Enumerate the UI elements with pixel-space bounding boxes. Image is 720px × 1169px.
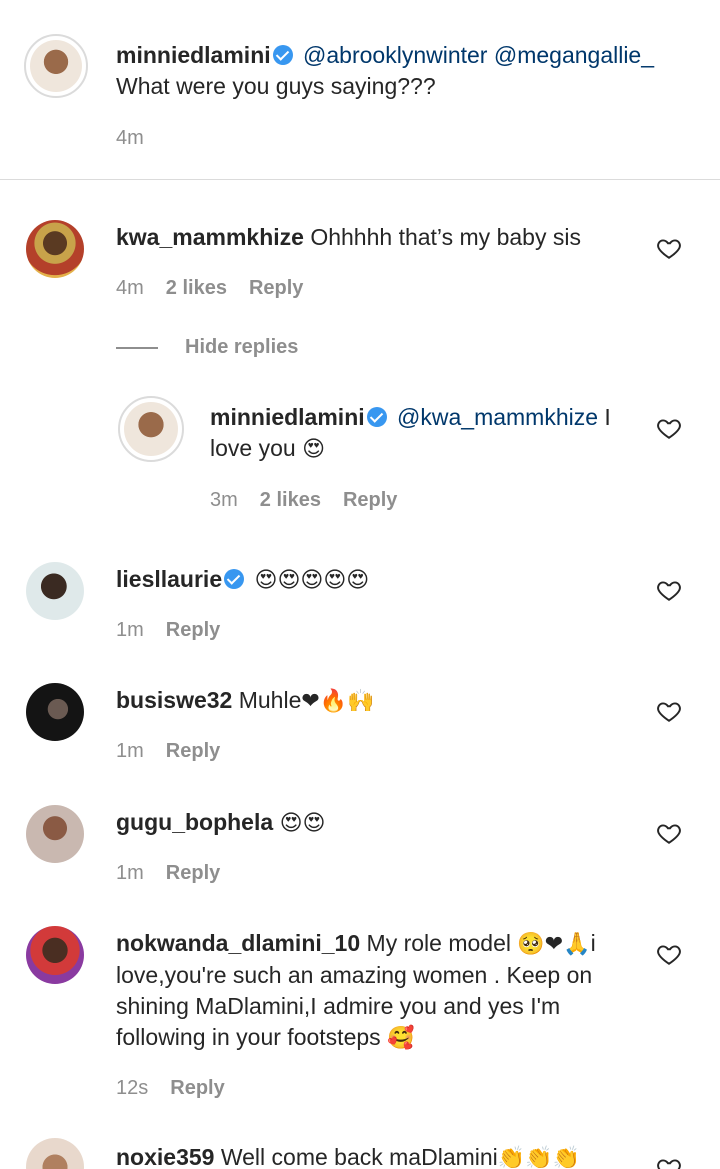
comment-meta: 12s Reply (116, 1076, 247, 1100)
username[interactable]: gugu_bophela (116, 809, 273, 835)
emoji: 😍😍😍😍😍 (254, 568, 370, 593)
comment-text: busiswe32 Muhle❤🔥🙌 (116, 685, 656, 717)
avatar[interactable] (26, 1138, 84, 1169)
avatar[interactable] (26, 805, 84, 863)
verified-badge-icon (224, 569, 245, 589)
comment-body: Muhle (238, 687, 302, 713)
comment-body: My role model (366, 930, 511, 956)
heart-outline-icon[interactable] (656, 235, 682, 261)
avatar[interactable] (26, 683, 84, 741)
emoji: 😍😍 (279, 811, 326, 836)
hide-replies-button[interactable]: Hide replies (185, 336, 298, 359)
comment-body: Well come back maDlamini (220, 1144, 498, 1169)
heart-outline-icon[interactable] (656, 698, 682, 724)
avatar[interactable] (26, 926, 84, 984)
avatar[interactable] (24, 34, 88, 98)
avatar[interactable] (118, 396, 184, 462)
timestamp: 3m (210, 489, 238, 511)
divider (0, 179, 720, 180)
avatar[interactable] (26, 562, 84, 620)
timestamp: 1m (116, 740, 144, 762)
reply-button[interactable]: Reply (249, 277, 303, 299)
username[interactable]: noxie359 (116, 1144, 214, 1169)
profile-photo (124, 402, 178, 456)
comments-screen: minniedlamini @abrooklynwinter @megangal… (0, 0, 720, 1169)
comment-body-cont: love you (210, 435, 296, 461)
timestamp: 1m (116, 619, 144, 641)
username[interactable]: minniedlamini (116, 42, 271, 68)
timestamp: 12s (116, 1077, 149, 1099)
comment-meta: 1m Reply (116, 861, 242, 885)
comment-text: nokwanda_dlamini_10 My role model 🥺❤🙏i l… (116, 928, 636, 1054)
username[interactable]: nokwanda_dlamini_10 (116, 930, 360, 956)
timestamp: 1m (116, 862, 144, 884)
reply-button[interactable]: Reply (343, 489, 397, 511)
comment-meta: 3m 2 likes Reply (210, 488, 419, 512)
emoji: 😍 (302, 437, 325, 462)
heart-outline-icon[interactable] (656, 577, 682, 603)
comment-text: kwa_mammkhize Ohhhhh that’s my baby sis (116, 222, 656, 253)
timestamp: 4m (116, 277, 144, 299)
emoji: ❤🔥🙌 (301, 689, 375, 714)
heart-outline-icon[interactable] (656, 1155, 682, 1169)
heart-outline-icon[interactable] (656, 820, 682, 846)
username[interactable]: liesllaurie (116, 566, 222, 592)
reply-button[interactable]: Reply (166, 740, 220, 762)
username[interactable]: kwa_mammkhize (116, 224, 304, 250)
username[interactable]: minniedlamini (210, 404, 365, 430)
caption-body: What were you guys saying??? (116, 73, 436, 99)
emoji: 🥺❤🙏 (517, 932, 591, 957)
comment-text: noxie359 Well come back maDlamini👏👏👏 (116, 1142, 656, 1169)
reply-button[interactable]: Reply (166, 862, 220, 884)
verified-badge-icon (272, 45, 293, 65)
comment-text: gugu_bophela 😍😍 (116, 807, 656, 839)
likes-count[interactable]: 2 likes (166, 277, 227, 299)
profile-photo (30, 40, 82, 92)
comment-text: liesllaurie 😍😍😍😍😍 (116, 564, 656, 596)
mention[interactable]: @kwa_mammkhize (397, 404, 598, 430)
comment-meta: 1m Reply (116, 618, 242, 642)
username[interactable]: busiswe32 (116, 687, 232, 713)
replies-line (116, 347, 158, 349)
emoji: 👏👏👏 (497, 1146, 580, 1169)
comment-text: minniedlamini @kwa_mammkhize I love you … (210, 402, 640, 465)
verified-badge-icon (366, 407, 387, 427)
emoji: 🥰 (387, 1026, 415, 1051)
comment-line-2: love,you're such an amazing women . Keep… (116, 962, 593, 988)
comment-line-3: shining MaDlamini,I admire you and yes I… (116, 993, 561, 1019)
comment-line-4: following in your footsteps (116, 1024, 381, 1050)
reply-button[interactable]: Reply (166, 619, 220, 641)
timestamp: 4m (116, 127, 144, 149)
caption-comment: minniedlamini @abrooklynwinter @megangal… (0, 0, 720, 180)
comment-body: Ohhhhh that’s my baby sis (310, 224, 581, 250)
comment-meta: 1m Reply (116, 739, 242, 763)
reply-button[interactable]: Reply (170, 1077, 224, 1099)
comment-body-cont: i (590, 930, 596, 956)
mentions[interactable]: @abrooklynwinter @megangallie_ (303, 42, 654, 68)
caption-text: minniedlamini @abrooklynwinter @megangal… (116, 40, 696, 102)
heart-outline-icon[interactable] (656, 941, 682, 967)
heart-outline-icon[interactable] (656, 415, 682, 441)
comment-meta: 4m 2 likes Reply (116, 276, 325, 300)
avatar[interactable] (26, 220, 84, 278)
likes-count[interactable]: 2 likes (260, 489, 321, 511)
comment-body: I (598, 404, 611, 430)
caption-meta: 4m (116, 126, 166, 150)
